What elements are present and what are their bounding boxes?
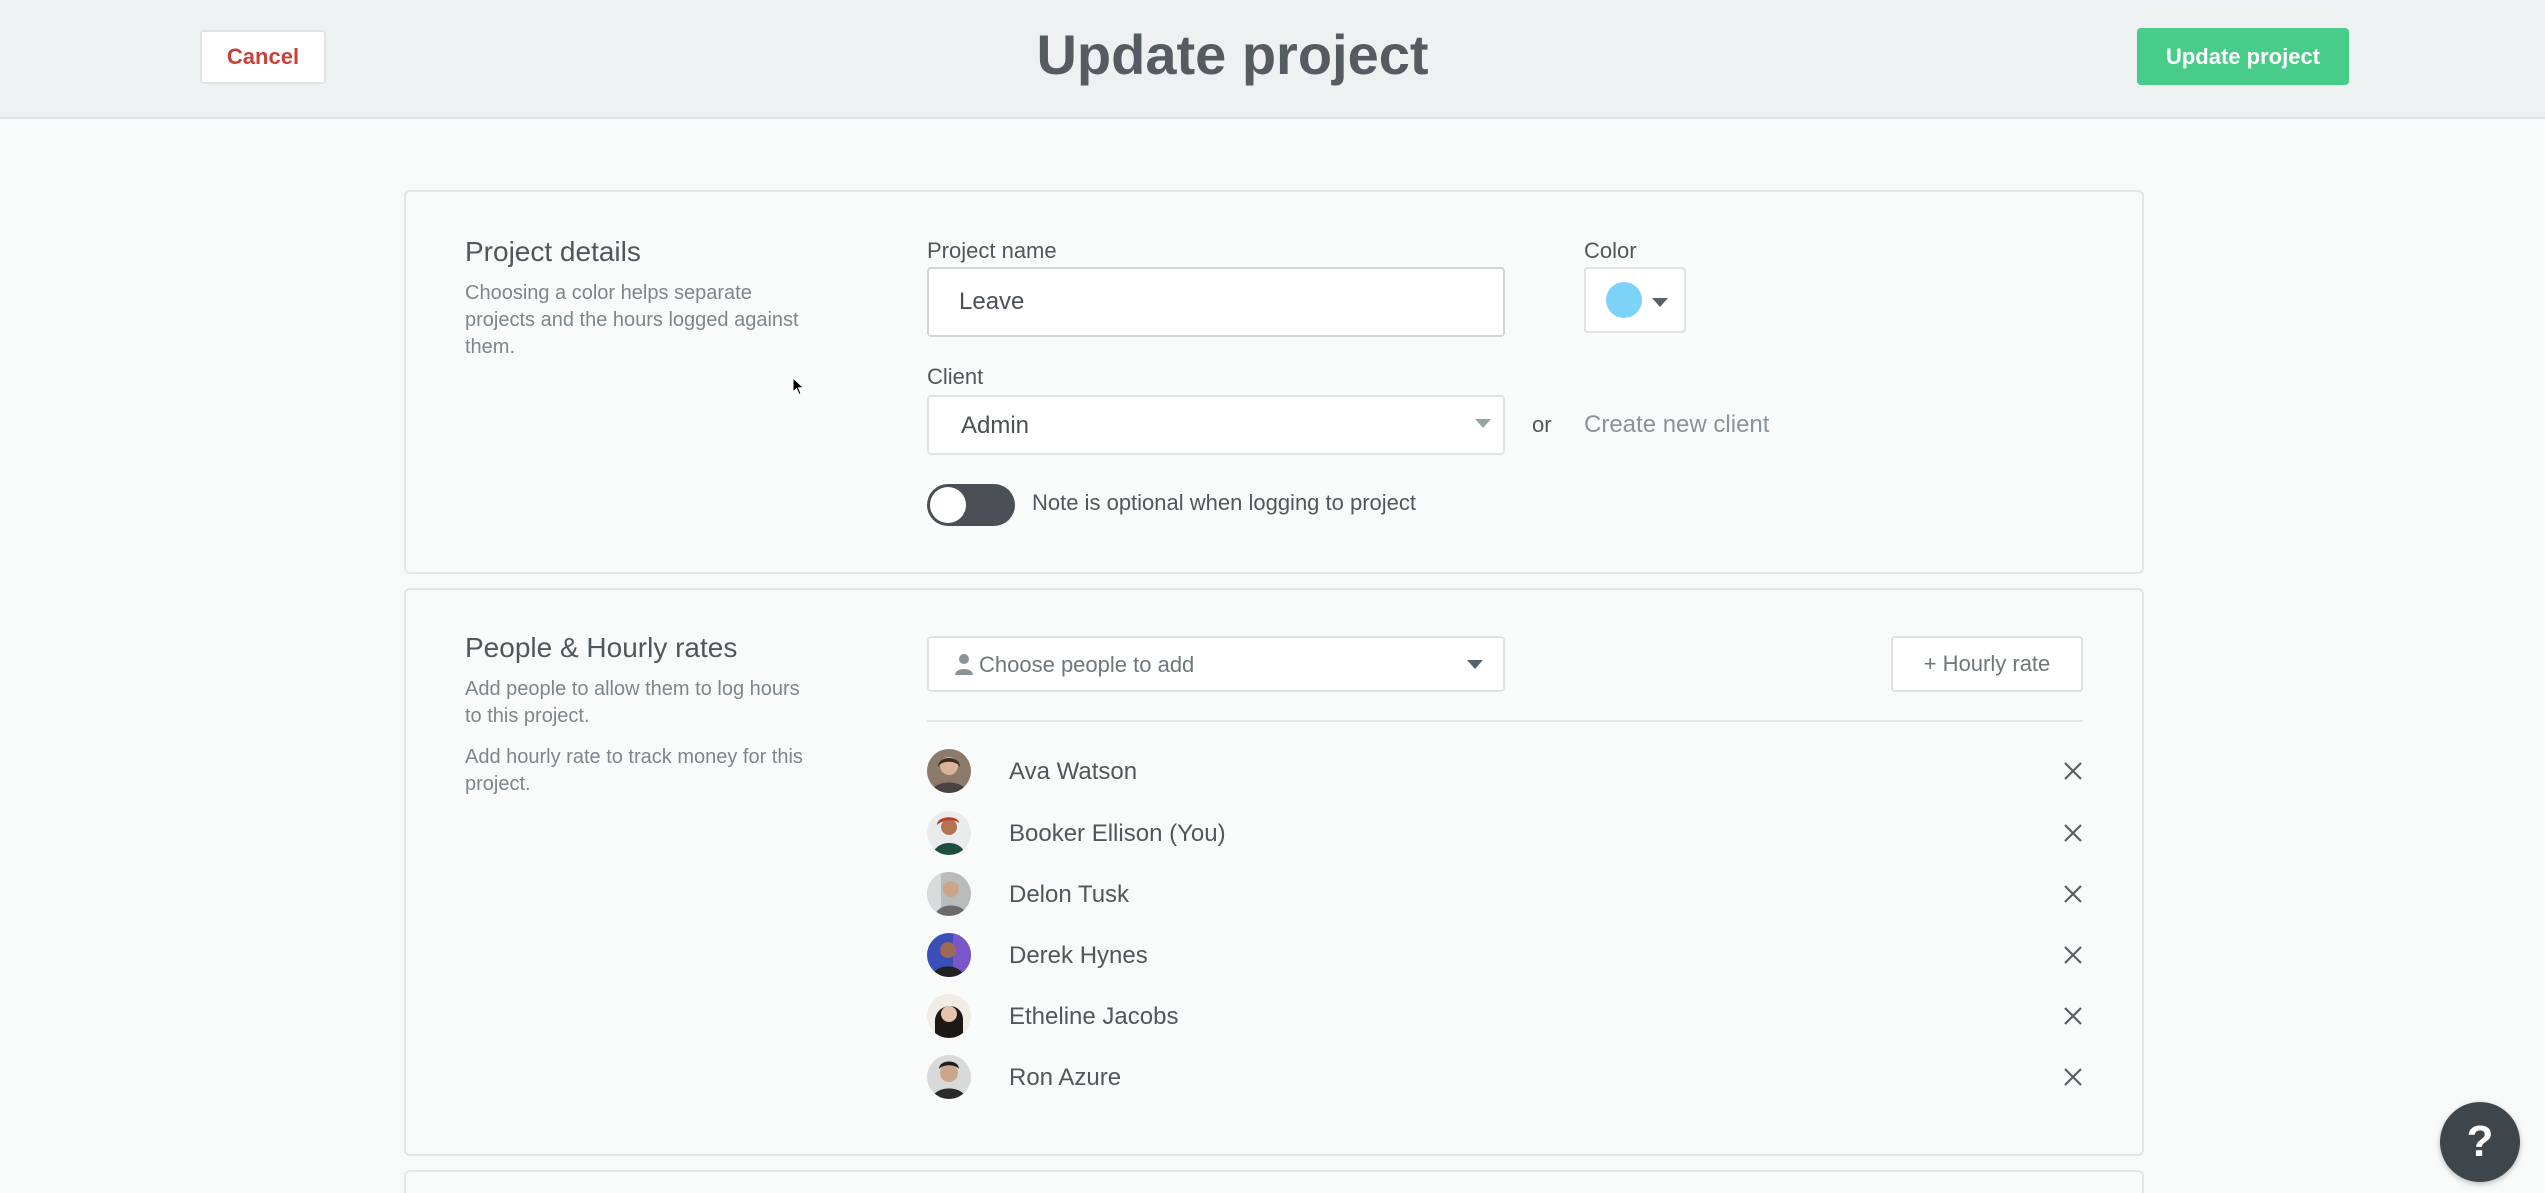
divider	[927, 720, 2083, 722]
avatar	[927, 872, 971, 916]
close-icon[interactable]	[2063, 945, 2083, 965]
mouse-cursor-icon	[792, 377, 805, 396]
update-project-button[interactable]: Update project	[2137, 28, 2349, 85]
member-name: Booker Ellison (You)	[1009, 820, 1226, 847]
member-row: Delon Tusk	[927, 869, 2083, 919]
chevron-down-icon	[1652, 298, 1668, 307]
help-button[interactable]: ?	[2440, 1102, 2520, 1182]
project-name-label: Project name	[927, 238, 1057, 263]
close-icon[interactable]	[2063, 1006, 2083, 1026]
client-label: Client	[927, 364, 984, 389]
project-name-input[interactable]	[927, 267, 1505, 337]
note-optional-label: Note is optional when logging to project	[1032, 490, 1417, 515]
project-details-card	[404, 190, 2144, 574]
people-hourly-title: People & Hourly rates	[465, 632, 738, 663]
close-icon[interactable]	[2063, 884, 2083, 904]
or-text: or	[1532, 412, 1552, 437]
project-details-description: Choosing a color helps separate projects…	[465, 282, 799, 358]
chevron-down-icon	[1467, 660, 1483, 669]
avatar	[927, 811, 971, 855]
avatar	[927, 994, 971, 1038]
top-bar: Cancel Update project Update project	[0, 0, 2545, 119]
client-select[interactable]: Admin	[927, 395, 1505, 455]
add-hourly-rate-button[interactable]: + Hourly rate	[1891, 636, 2083, 692]
toggle-knob	[930, 487, 966, 523]
avatar	[927, 1055, 971, 1099]
choose-people-select[interactable]: Choose people to add	[927, 636, 1505, 692]
selected-color-swatch	[1606, 282, 1642, 318]
member-row: Ron Azure	[927, 1052, 2083, 1102]
member-name: Ava Watson	[1009, 758, 1138, 785]
hourly-rate-description: Add hourly rate to track money for this …	[465, 746, 803, 795]
avatar	[927, 933, 971, 977]
create-new-client-link[interactable]: Create new client	[1584, 411, 1769, 439]
close-icon[interactable]	[2063, 1067, 2083, 1087]
member-name: Ron Azure	[1009, 1064, 1122, 1091]
close-icon[interactable]	[2063, 761, 2083, 781]
color-label: Color	[1584, 238, 1637, 263]
avatar	[927, 749, 971, 793]
client-select-value: Admin	[961, 412, 1030, 439]
member-row: Booker Ellison (You)	[927, 808, 2083, 858]
member-name: Etheline Jacobs	[1009, 1003, 1179, 1030]
person-icon	[955, 654, 973, 675]
member-name: Derek Hynes	[1009, 942, 1148, 969]
close-icon[interactable]	[2063, 823, 2083, 843]
chevron-down-icon	[1475, 419, 1491, 428]
page-title: Update project	[1036, 23, 1429, 86]
choose-people-placeholder: Choose people to add	[979, 652, 1195, 677]
color-picker[interactable]	[1584, 267, 1686, 333]
member-row: Derek Hynes	[927, 930, 2083, 980]
project-details-title: Project details	[465, 236, 641, 267]
people-description: Add people to allow them to log hours to…	[465, 678, 800, 727]
member-row: Ava Watson	[927, 746, 2083, 796]
next-section-card	[404, 1170, 2144, 1193]
member-row: Etheline Jacobs	[927, 991, 2083, 1041]
member-name: Delon Tusk	[1009, 881, 1130, 908]
note-optional-toggle[interactable]	[927, 484, 1015, 526]
